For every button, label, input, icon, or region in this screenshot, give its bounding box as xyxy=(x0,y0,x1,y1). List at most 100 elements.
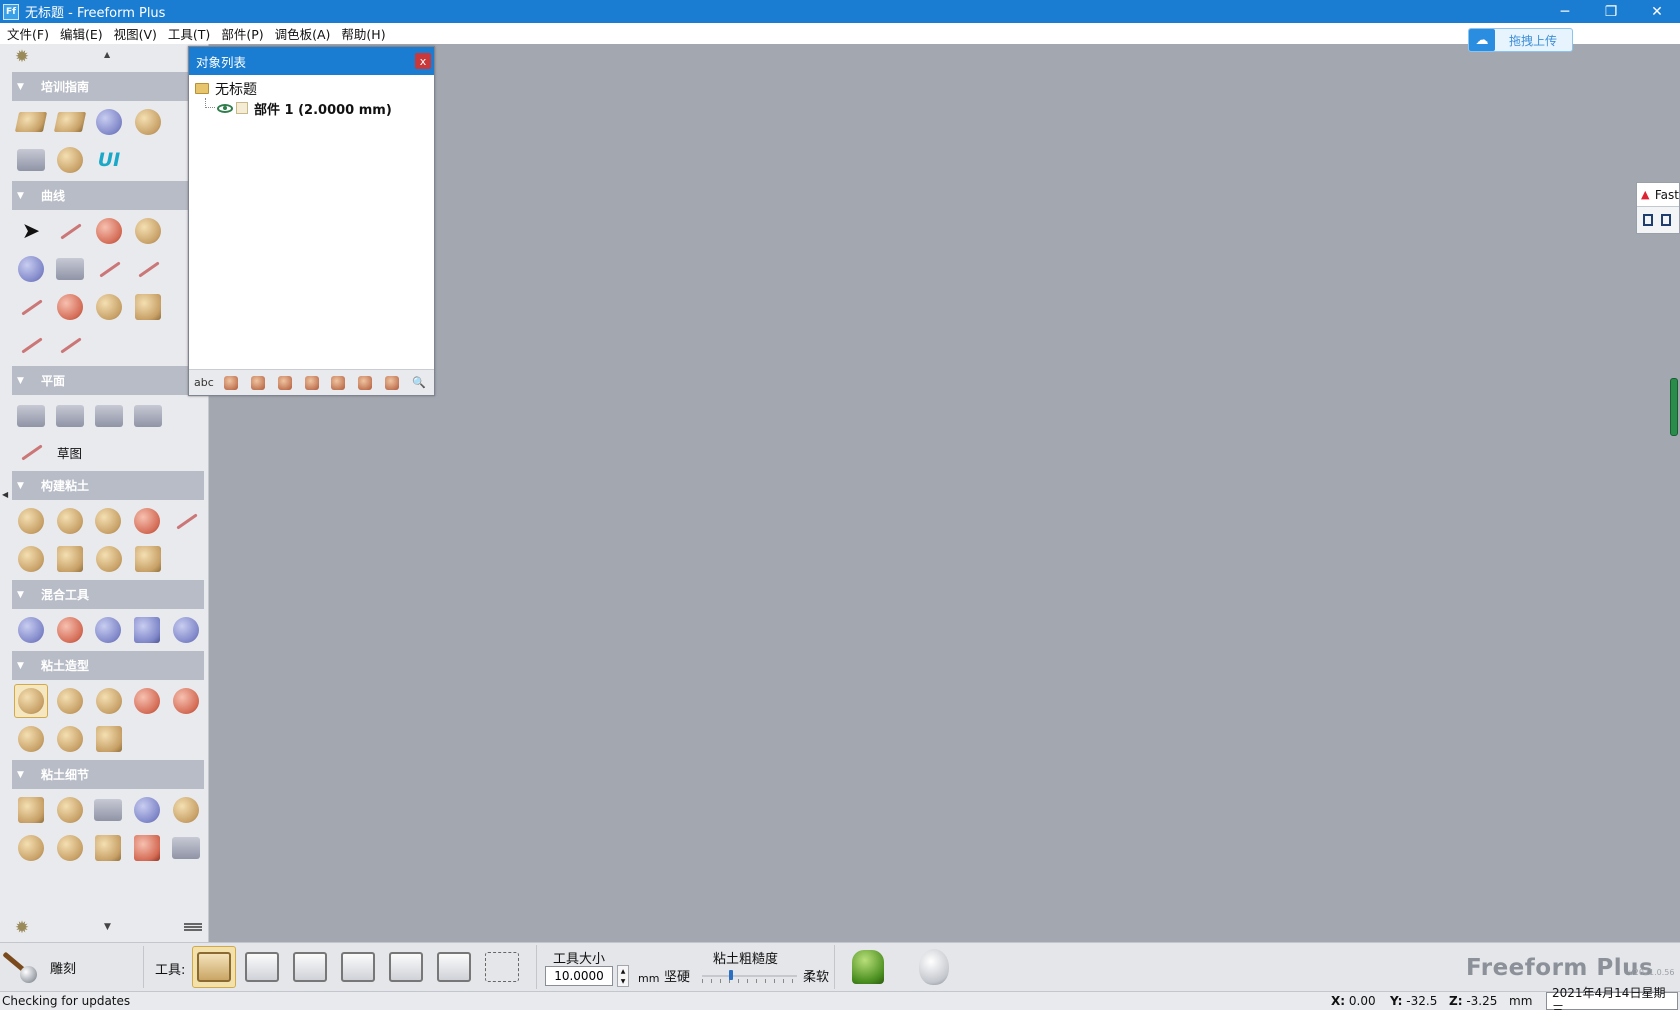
tool-curve-line[interactable] xyxy=(14,290,48,324)
gear-icon[interactable]: ✹ xyxy=(12,47,32,67)
tool-tube[interactable] xyxy=(92,504,126,538)
tool-detail-4[interactable] xyxy=(130,793,164,827)
tool-wire-tube[interactable] xyxy=(169,504,203,538)
curve-part-icon[interactable] xyxy=(273,373,297,393)
eye-icon[interactable] xyxy=(217,103,233,113)
tool-draw-curve[interactable] xyxy=(53,214,87,248)
tool-ui[interactable]: UI xyxy=(92,143,126,177)
tool-loft[interactable] xyxy=(14,542,48,576)
tool-detail-5[interactable] xyxy=(169,793,203,827)
menu-palette[interactable]: 调色板(A) xyxy=(270,24,336,43)
tool-blend-2[interactable] xyxy=(53,613,87,647)
tool-extrude[interactable] xyxy=(14,504,48,538)
menu-edit[interactable]: 编辑(E) xyxy=(55,24,108,43)
tool-manual[interactable] xyxy=(14,143,48,177)
search-icon[interactable]: 🔍 xyxy=(407,373,431,393)
rename-button[interactable]: abc xyxy=(192,373,216,393)
tool-clay-shape[interactable] xyxy=(53,504,87,538)
menu-help[interactable]: 帮助(H) xyxy=(336,24,390,43)
menu-parts[interactable]: 部件(P) xyxy=(216,24,268,43)
section-build-clay[interactable]: ▼ 构建粘土 xyxy=(12,471,204,500)
tool-blend-5[interactable] xyxy=(169,613,203,647)
tool-blend-1[interactable] xyxy=(14,613,48,647)
tool-select[interactable]: ➤ xyxy=(14,214,48,248)
roughness-slider-track[interactable] xyxy=(702,975,797,977)
collapse-panel-icon[interactable]: ◀ xyxy=(2,490,8,499)
object-list-titlebar[interactable]: 对象列表 x xyxy=(189,47,434,75)
tool-curve-loop[interactable] xyxy=(14,252,48,286)
tool-tug[interactable] xyxy=(92,684,126,718)
tool-detail-3[interactable] xyxy=(92,793,126,827)
tool-emboss[interactable] xyxy=(14,722,48,756)
tool-size-spinner[interactable]: ▲ ▼ xyxy=(617,965,629,987)
gear-icon[interactable]: ✹ xyxy=(12,918,32,938)
roughness-slider-thumb[interactable] xyxy=(728,970,733,980)
tool-plane-cut[interactable] xyxy=(92,399,126,433)
capture-icon[interactable] xyxy=(1661,214,1671,226)
tool-smudge[interactable] xyxy=(53,684,87,718)
tip-angle-button[interactable] xyxy=(288,946,332,988)
tool-size-input[interactable] xyxy=(545,966,613,986)
tool-raise[interactable] xyxy=(92,722,126,756)
section-clay-detail[interactable]: ▼ 粘土细节 xyxy=(12,760,204,789)
tree-root-item[interactable]: 无标题 xyxy=(195,79,428,98)
tool-model[interactable] xyxy=(53,143,87,177)
axis-part-icon[interactable] xyxy=(380,373,404,393)
mouse-tool-button[interactable] xyxy=(912,946,956,988)
tool-plane[interactable] xyxy=(14,399,48,433)
tool-box[interactable] xyxy=(53,542,87,576)
menu-view[interactable]: 视图(V) xyxy=(109,24,162,43)
tip-ball-button[interactable] xyxy=(192,946,236,988)
tool-figure[interactable] xyxy=(92,105,126,139)
tool-block[interactable] xyxy=(131,290,165,324)
upload-button[interactable]: ☁ 拖拽上传 xyxy=(1468,28,1573,52)
tool-ring[interactable] xyxy=(92,542,126,576)
tool-mirror[interactable] xyxy=(53,290,87,324)
section-curves[interactable]: ▼ 曲线 xyxy=(12,181,204,210)
tool-tutorial-book[interactable] xyxy=(14,105,48,139)
panel-menu-icon[interactable] xyxy=(184,923,202,931)
tip-curve-button[interactable] xyxy=(336,946,380,988)
close-window-button[interactable]: ✕ xyxy=(1634,0,1680,23)
worm-tool-button[interactable] xyxy=(846,946,890,988)
tool-blend-4[interactable] xyxy=(130,613,164,647)
tool-plane-move[interactable] xyxy=(131,399,165,433)
tool-curve-point[interactable] xyxy=(92,252,126,286)
section-planes[interactable]: ▼ 平面 xyxy=(12,366,204,395)
tool-help-book[interactable] xyxy=(53,105,87,139)
wire-part-icon[interactable] xyxy=(326,373,350,393)
tool-curve-edit[interactable] xyxy=(131,252,165,286)
clay-part-icon[interactable] xyxy=(219,373,243,393)
menu-file[interactable]: 文件(F) xyxy=(2,24,54,43)
close-icon[interactable]: x xyxy=(415,53,431,69)
tool-detail-1[interactable] xyxy=(14,793,48,827)
tool-attract[interactable] xyxy=(130,684,164,718)
pin-part-icon[interactable] xyxy=(353,373,377,393)
tip-cone-button[interactable] xyxy=(432,946,476,988)
tool-detail-9[interactable] xyxy=(130,831,164,865)
tool-smooth[interactable] xyxy=(169,684,203,718)
tool-detail-10[interactable] xyxy=(169,831,203,865)
tool-curve-on-clay[interactable] xyxy=(92,214,126,248)
side-scroll-tab[interactable] xyxy=(1670,378,1678,436)
tool-sketch[interactable]: 草图 xyxy=(0,435,208,469)
tip-custom-button[interactable] xyxy=(480,946,524,988)
tool-carve[interactable] xyxy=(14,684,48,718)
window-icon[interactable] xyxy=(1643,214,1653,226)
tool-curve-wrap[interactable] xyxy=(131,214,165,248)
tool-vase[interactable] xyxy=(131,105,165,139)
section-blend-tools[interactable]: ▼ 混合工具 xyxy=(12,580,204,609)
menu-tools[interactable]: 工具(T) xyxy=(163,24,215,43)
tool-detail-2[interactable] xyxy=(53,793,87,827)
tool-detail-6[interactable] xyxy=(14,831,48,865)
tool-blend-3[interactable] xyxy=(92,613,126,647)
tool-plane-edit[interactable] xyxy=(53,399,87,433)
scroll-down-icon[interactable]: ▼ xyxy=(104,922,111,932)
tool-wave-curve[interactable] xyxy=(14,328,48,362)
tip-round-button[interactable] xyxy=(384,946,428,988)
sketch-part-icon[interactable] xyxy=(300,373,324,393)
section-training-guide[interactable]: ▼ 培训指南 xyxy=(12,72,204,101)
restore-button[interactable]: ❐ xyxy=(1588,0,1634,23)
tool-curve-plane[interactable] xyxy=(53,252,87,286)
scroll-up-icon[interactable]: ▲ xyxy=(104,50,110,59)
